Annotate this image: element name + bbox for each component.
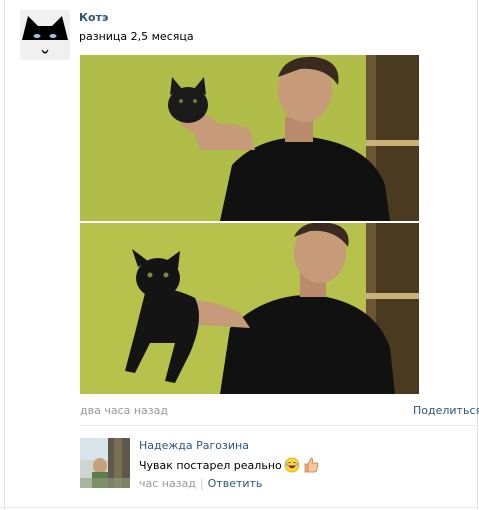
laughing-emoji-icon xyxy=(284,457,300,473)
comment-meta: час назад | Ответить xyxy=(139,477,262,490)
thumbs-up-icon xyxy=(304,457,319,473)
post-text: разница 2,5 месяца xyxy=(79,30,194,43)
post-photo-bottom[interactable] xyxy=(80,223,419,394)
black-cat-avatar-icon xyxy=(20,10,70,60)
comment-text: Чувак постарел реально xyxy=(139,458,282,472)
reply-link[interactable]: Ответить xyxy=(208,477,263,490)
meta-separator: | xyxy=(199,477,204,490)
comment-author-name[interactable]: Надежда Рагозина xyxy=(139,439,249,452)
man-holding-cat-image xyxy=(80,223,419,394)
post-timestamp[interactable]: два часа назад xyxy=(80,404,168,417)
feed-bottom-divider xyxy=(0,507,479,508)
user-photo-image xyxy=(80,438,130,488)
post-author-name[interactable]: Котэ xyxy=(79,11,108,24)
comment-text-row: Чувак постарел реально xyxy=(139,456,320,474)
post-photo-top[interactable] xyxy=(80,55,419,221)
post-author-avatar[interactable] xyxy=(20,10,70,60)
page-frame-right xyxy=(477,0,478,510)
share-link[interactable]: Поделиться xyxy=(413,404,479,417)
comment-timestamp[interactable]: час назад xyxy=(139,477,196,490)
post-divider xyxy=(80,425,477,426)
comment-author-avatar[interactable] xyxy=(80,438,130,488)
page-frame-left xyxy=(4,0,5,510)
man-holding-kitten-image xyxy=(80,55,419,221)
